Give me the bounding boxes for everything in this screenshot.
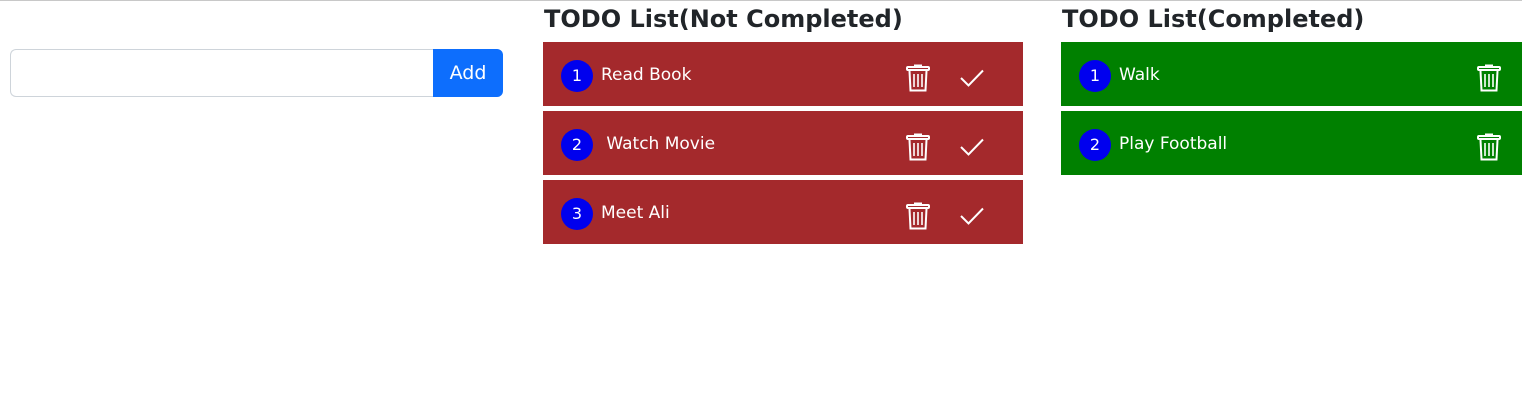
item-number-badge: 2 <box>561 129 593 161</box>
todo-item-text: Walk <box>1119 65 1160 85</box>
todo-item: 3 Meet Ali <box>543 180 1023 244</box>
not-completed-list-section: TODO List(Not Completed) 1 Read Book 2 W… <box>543 0 1023 244</box>
todo-item: 2 Watch Movie <box>543 111 1023 175</box>
add-todo-form: Add <box>10 49 503 97</box>
completed-list: 1 Walk 2 Play Football <box>1061 42 1522 180</box>
completed-title: TODO List(Completed) <box>1062 5 1365 33</box>
item-number-badge: 1 <box>561 60 593 92</box>
trash-icon[interactable] <box>1477 133 1501 161</box>
trash-icon[interactable] <box>906 64 930 92</box>
todo-item-text: Meet Ali <box>601 203 670 223</box>
todo-item-text: Play Football <box>1119 134 1228 154</box>
check-icon[interactable] <box>959 67 985 89</box>
check-icon[interactable] <box>959 136 985 158</box>
todo-item: 2 Play Football <box>1061 111 1522 175</box>
todo-item: 1 Walk <box>1061 42 1522 106</box>
not-completed-list: 1 Read Book 2 Watch Movie 3 Meet Ali <box>543 42 1023 249</box>
completed-list-section: TODO List(Completed) 1 Walk 2 Play Footb… <box>1061 0 1522 175</box>
todo-item-text: Watch Movie <box>601 134 716 154</box>
todo-item: 1 Read Book <box>543 42 1023 106</box>
todo-input[interactable] <box>10 49 433 97</box>
todo-item-text: Read Book <box>601 65 692 85</box>
check-icon[interactable] <box>959 205 985 227</box>
trash-icon[interactable] <box>1477 64 1501 92</box>
item-number-badge: 1 <box>1079 60 1111 92</box>
item-number-badge: 3 <box>561 198 593 230</box>
add-button[interactable]: Add <box>433 49 503 97</box>
not-completed-title: TODO List(Not Completed) <box>544 5 903 33</box>
trash-icon[interactable] <box>906 133 930 161</box>
trash-icon[interactable] <box>906 202 930 230</box>
item-number-badge: 2 <box>1079 129 1111 161</box>
